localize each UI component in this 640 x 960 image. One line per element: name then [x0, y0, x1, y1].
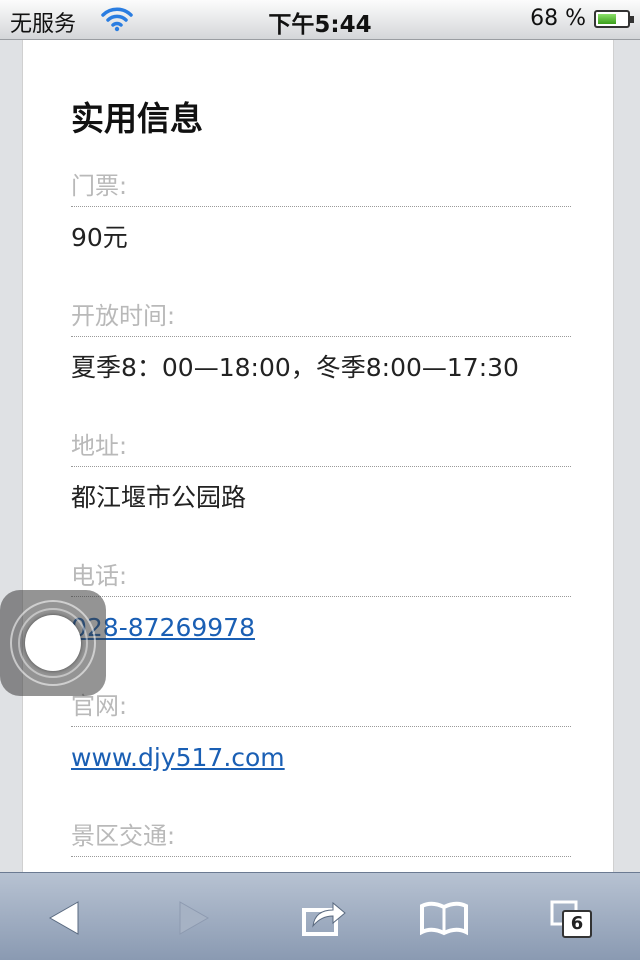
info-label: 景区交通:: [71, 818, 571, 857]
battery-percent: 68 %: [530, 6, 586, 31]
info-transport: 景区交通:: [71, 818, 571, 857]
info-value: 90元: [71, 223, 128, 252]
forward-arrow-icon: [164, 893, 224, 943]
info-phone: 电话: 028-87269978: [71, 558, 571, 645]
share-icon[interactable]: [294, 893, 354, 943]
bookmarks-icon[interactable]: [414, 893, 474, 943]
section-title: 实用信息: [71, 99, 203, 138]
info-label: 门票:: [71, 168, 571, 207]
info-label: 官网:: [71, 688, 571, 727]
website-link[interactable]: www.djy517.com: [71, 743, 285, 772]
back-arrow-icon[interactable]: [34, 893, 94, 943]
info-website: 官网: www.djy517.com: [71, 688, 571, 775]
page-content: 实用信息 门票: 90元 开放时间: 夏季8：00—18:00，冬季8:00—1…: [22, 40, 614, 872]
info-value: 都江堰市公园路: [71, 483, 247, 512]
status-bar: 无服务 下午5:44 68 %: [0, 0, 640, 40]
info-value: 夏季8：00—18:00，冬季8:00—17:30: [71, 353, 519, 382]
info-label: 电话:: [71, 558, 571, 597]
info-ticket: 门票: 90元: [71, 168, 571, 255]
assistive-touch-button[interactable]: [0, 590, 106, 696]
browser-toolbar: [0, 872, 640, 960]
info-address: 地址: 都江堰市公园路: [71, 428, 571, 515]
info-label: 地址:: [71, 428, 571, 467]
tabs-count-badge[interactable]: 6: [562, 910, 592, 938]
battery-icon: [594, 10, 634, 28]
info-label: 开放时间:: [71, 298, 571, 337]
info-opening-hours: 开放时间: 夏季8：00—18:00，冬季8:00—17:30: [71, 298, 571, 385]
